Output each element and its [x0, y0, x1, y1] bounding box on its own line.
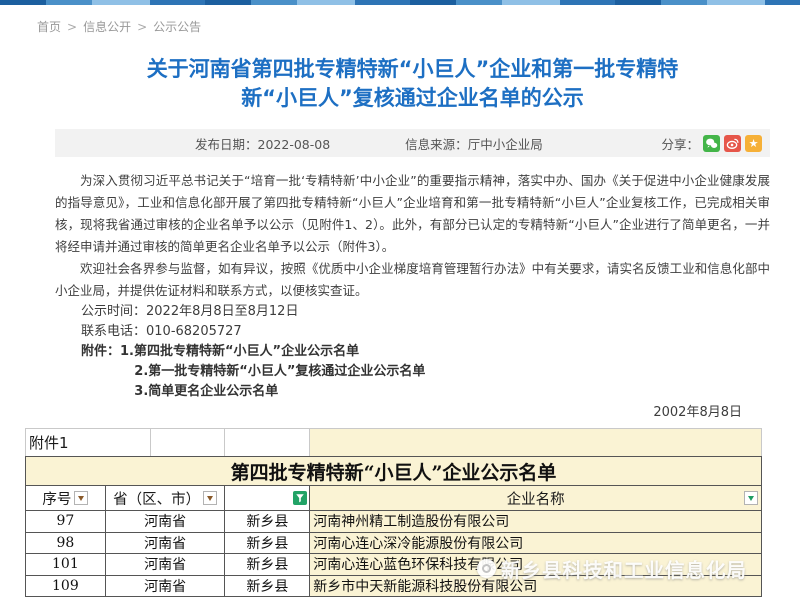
wechat-icon [705, 137, 718, 150]
sheet-title: 第四批专精特新“小巨人”企业公示名单 [25, 456, 762, 486]
public-time-line: 公示时间：2022年8月8日至8月12日 [55, 302, 770, 322]
breadcrumb-info-link[interactable]: 信息公开 [83, 20, 131, 34]
funnel-icon [295, 493, 305, 503]
article-body: 关于河南省第四批专精特新“小巨人”企业和第一批专精特 新“小巨人”复核通过企业名… [55, 35, 770, 458]
breadcrumb-separator: > [67, 20, 77, 34]
share-favorite-icon[interactable]: ★ [745, 135, 762, 152]
info-source: 信息来源：厅中小企业局 [405, 134, 543, 153]
province-filter-dropdown[interactable] [203, 491, 217, 505]
cell-county: 新乡县 [225, 511, 310, 532]
sheet-rows: 97河南省新乡县河南神州精工制造股份有限公司98河南省新乡县河南心连心深冷能源股… [25, 511, 762, 597]
contact-phone-line: 联系电话：010-68205727 [55, 322, 770, 342]
attachment-line-2: 2.第一批专精特新“小巨人”复核通过企业公示名单 [55, 362, 770, 382]
attachment-line-3: 3.简单更名企业公示名单 [55, 382, 770, 402]
cell-county: 新乡县 [225, 533, 310, 554]
cell-province: 河南省 [106, 533, 226, 554]
sheet-corner-row: 附件1 [25, 428, 762, 456]
page-title-line1: 关于河南省第四批专精特新“小巨人”企业和第一批专精特 [55, 55, 770, 84]
article-meta-bar: 发布日期：2022-08-08 信息来源：厅中小企业局 分享： ★ [55, 129, 770, 157]
header-company-label: 企业名称 [507, 488, 565, 509]
chevron-down-icon [748, 496, 754, 501]
cell-company: 新乡市中天新能源科技股份有限公司 [310, 576, 761, 597]
breadcrumb-home-link[interactable]: 首页 [37, 20, 61, 34]
attachment-line-1: 附件：1.第四批专精特新“小巨人”企业公示名单 [55, 342, 770, 362]
attachment-label-cell: 附件1 [26, 429, 151, 456]
header-seq: 序号 [26, 486, 106, 510]
cell-seq: 109 [26, 576, 106, 597]
county-filter-active-button[interactable] [293, 491, 307, 505]
share-label: 分享： [661, 134, 699, 153]
cell-seq: 101 [26, 554, 106, 575]
header-seq-label: 序号 [42, 488, 71, 509]
site-top-nav-bar [0, 0, 800, 5]
table-row: 97河南省新乡县河南神州精工制造股份有限公司 [25, 511, 762, 533]
cell-seq: 98 [26, 533, 106, 554]
page-title-line2: 新“小巨人”复核通过企业名单的公示 [55, 84, 770, 113]
cell-province: 河南省 [106, 511, 226, 532]
paragraph-2: 欢迎社会各界参与监督，如有异议，按照《优质中小企业梯度培育管理暂行办法》中有关要… [55, 258, 770, 302]
publish-date: 发布日期：2022-08-08 [195, 134, 330, 153]
header-province: 省（区、市） [106, 486, 226, 510]
cell-seq: 97 [26, 511, 106, 532]
attachment-sheet: 附件1 第四批专精特新“小巨人”企业公示名单 序号 省（区、市） 企业名称 97 [25, 428, 762, 597]
breadcrumb-separator: > [137, 20, 147, 34]
cell-company: 河南神州精工制造股份有限公司 [310, 511, 761, 532]
table-row: 109河南省新乡县新乡市中天新能源科技股份有限公司 [25, 576, 762, 598]
empty-yellow-cell [310, 429, 761, 456]
paragraph-1: 为深入贯彻习近平总书记关于“培育一批‘专精特新’中小企业”的重要指示精神，落实中… [55, 170, 770, 258]
cell-county: 新乡县 [225, 576, 310, 597]
empty-cell [151, 429, 226, 456]
header-province-label: 省（区、市） [113, 488, 200, 509]
share-weibo-icon[interactable] [724, 135, 741, 152]
chevron-down-icon [78, 496, 84, 501]
cell-company: 河南心连心蓝色环保科技有限公司 [310, 554, 761, 575]
sign-date: 2002年8月8日 [55, 404, 770, 422]
page-title: 关于河南省第四批专精特新“小巨人”企业和第一批专精特 新“小巨人”复核通过企业名… [55, 55, 770, 113]
header-county [225, 486, 310, 510]
share-wechat-icon[interactable] [703, 135, 720, 152]
table-row: 101河南省新乡县河南心连心蓝色环保科技有限公司 [25, 554, 762, 576]
breadcrumb: 首页 > 信息公开 > 公示公告 [37, 18, 800, 35]
seq-filter-dropdown[interactable] [74, 491, 88, 505]
share-bar: 分享： ★ [661, 134, 762, 153]
table-row: 98河南省新乡县河南心连心深冷能源股份有限公司 [25, 533, 762, 555]
cell-province: 河南省 [106, 554, 226, 575]
weibo-icon [726, 137, 739, 150]
cell-province: 河南省 [106, 576, 226, 597]
empty-cell [225, 429, 310, 456]
cell-company: 河南心连心深冷能源股份有限公司 [310, 533, 761, 554]
cell-county: 新乡县 [225, 554, 310, 575]
sheet-header-row: 序号 省（区、市） 企业名称 [25, 486, 762, 511]
header-company: 企业名称 [310, 486, 761, 510]
company-filter-dropdown[interactable] [744, 491, 758, 505]
breadcrumb-notice-link[interactable]: 公示公告 [153, 20, 201, 34]
chevron-down-icon [207, 496, 213, 501]
